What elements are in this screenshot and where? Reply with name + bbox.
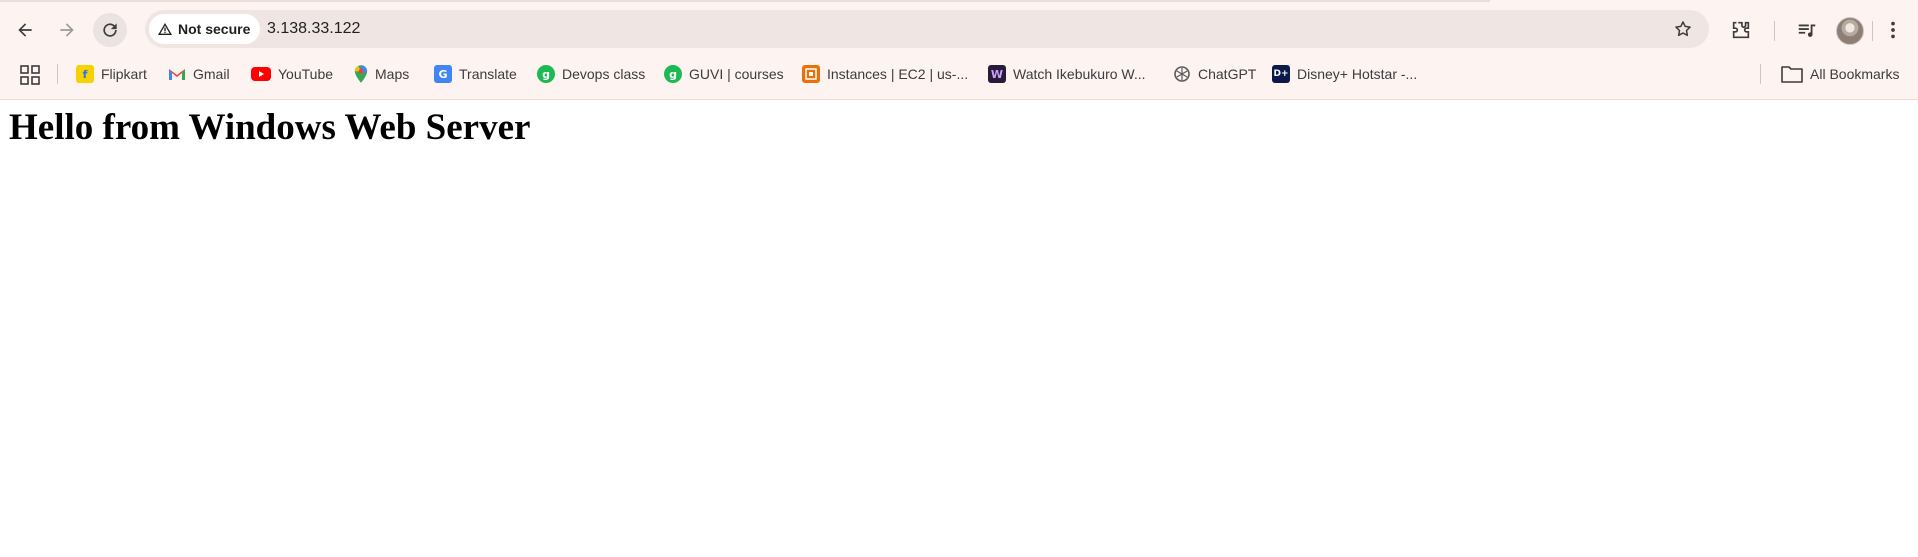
- url-text[interactable]: 3.138.33.122: [267, 10, 360, 48]
- maps-pin-icon: [354, 65, 368, 83]
- apps-grid-icon[interactable]: [20, 65, 40, 85]
- bookmark-label: Watch Ikebukuro W...: [1013, 66, 1146, 82]
- browser-menu-button[interactable]: [1876, 13, 1910, 47]
- bookmark-guvi-courses[interactable]: g GUVI | courses: [664, 58, 784, 90]
- puzzle-icon: [1732, 21, 1750, 39]
- bookmark-chatgpt[interactable]: ChatGPT: [1173, 58, 1256, 90]
- toolbar-divider: [1774, 21, 1775, 41]
- toolbar: Not secure 3.138.33.122: [0, 8, 1918, 50]
- bookmarks-bar: f Flipkart Gmail YouTube Maps G Translat…: [0, 58, 1918, 90]
- folder-icon: [1781, 66, 1803, 83]
- w-logo-icon: W: [988, 65, 1006, 83]
- gmail-icon: [169, 69, 185, 80]
- address-bar[interactable]: Not secure 3.138.33.122: [145, 10, 1709, 48]
- security-label: Not secure: [178, 21, 251, 37]
- toolbar-divider: [1872, 21, 1873, 41]
- youtube-icon: [251, 67, 271, 81]
- bookmark-ec2-instances[interactable]: Instances | EC2 | us-...: [802, 58, 968, 90]
- bookmark-gmail[interactable]: Gmail: [168, 58, 230, 90]
- bookmarks-divider: [57, 64, 58, 84]
- aws-ec2-icon: [802, 65, 820, 83]
- bookmark-watch-ikebukuro[interactable]: W Watch Ikebukuro W...: [988, 58, 1146, 90]
- hotstar-icon: D+: [1272, 65, 1290, 83]
- bookmark-maps[interactable]: Maps: [354, 58, 409, 90]
- bookmark-youtube[interactable]: YouTube: [251, 58, 333, 90]
- bookmarks-divider: [1760, 64, 1761, 84]
- arrow-left-icon: [18, 23, 32, 37]
- bookmark-flipkart[interactable]: f Flipkart: [76, 58, 147, 90]
- bookmark-label: Maps: [375, 66, 410, 82]
- tab-strip-edge: [0, 0, 1490, 2]
- bookmark-label: ChatGPT: [1198, 66, 1257, 82]
- bookmark-translate[interactable]: G Translate: [434, 58, 517, 90]
- chatgpt-icon: [1174, 66, 1190, 82]
- profile-avatar[interactable]: [1836, 17, 1864, 45]
- flipkart-icon: f: [76, 65, 94, 83]
- star-icon: [1675, 21, 1691, 37]
- bookmark-label: Translate: [459, 66, 517, 82]
- translate-icon: G: [434, 65, 452, 83]
- browser-chrome: Not secure 3.138.33.122 f Flipkart Gmail…: [0, 0, 1918, 100]
- reload-icon: [103, 23, 117, 37]
- bookmark-label: Devops class: [562, 66, 646, 82]
- warning-icon: [158, 23, 172, 35]
- kebab-menu-icon: [1891, 21, 1895, 39]
- bookmark-star-button[interactable]: [1671, 17, 1695, 41]
- guvi-icon: g: [664, 65, 682, 83]
- bookmark-disney-hotstar[interactable]: D+ Disney+ Hotstar -...: [1272, 58, 1417, 90]
- bookmark-label: Instances | EC2 | us-...: [827, 66, 969, 82]
- bookmark-label: GUVI | courses: [689, 66, 784, 82]
- bookmark-label: Gmail: [193, 66, 230, 82]
- media-control-icon: [1798, 24, 1816, 37]
- bookmark-label: Disney+ Hotstar -...: [1297, 66, 1418, 82]
- back-button[interactable]: [8, 13, 42, 47]
- security-chip[interactable]: Not secure: [149, 14, 261, 44]
- guvi-icon: g: [537, 65, 555, 83]
- media-control-button[interactable]: [1790, 13, 1824, 47]
- all-bookmarks-label: All Bookmarks: [1810, 66, 1900, 82]
- forward-button[interactable]: [50, 13, 84, 47]
- all-bookmarks-button[interactable]: All Bookmarks: [1781, 58, 1899, 90]
- page-heading: Hello from Windows Web Server: [9, 107, 531, 148]
- bookmark-label: Flipkart: [101, 66, 147, 82]
- reload-button[interactable]: [93, 13, 127, 47]
- bookmark-label: YouTube: [278, 66, 334, 82]
- bookmark-devops-class[interactable]: g Devops class: [537, 58, 645, 90]
- extensions-button[interactable]: [1724, 13, 1758, 47]
- arrow-right-icon: [60, 23, 74, 37]
